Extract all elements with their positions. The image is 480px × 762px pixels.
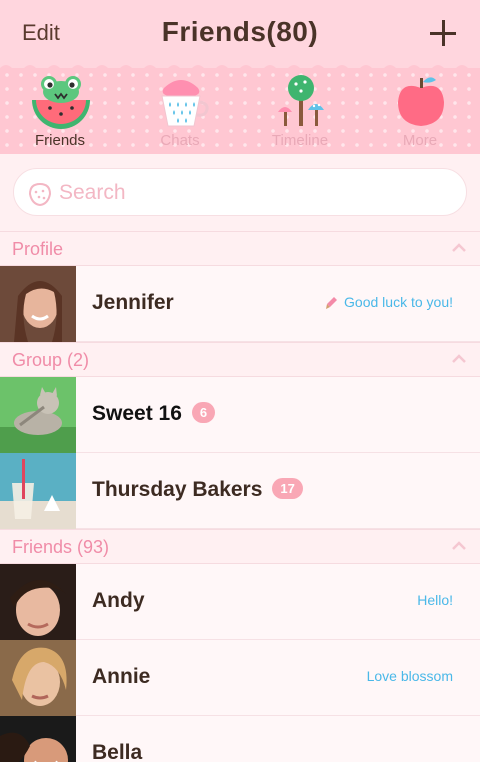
ice-cream-icon xyxy=(326,297,338,309)
frog-watermelon-icon xyxy=(32,76,90,129)
section-header-friends[interactable]: Friends (93) xyxy=(0,529,480,564)
section-label: Profile xyxy=(12,239,64,259)
avatar xyxy=(0,716,76,762)
member-count-badge: 6 xyxy=(191,402,216,423)
avatar xyxy=(0,453,76,529)
avatar xyxy=(0,266,76,342)
tab-friends[interactable]: Friends xyxy=(0,68,120,154)
mushroom-tree-icon xyxy=(278,75,324,126)
avatar xyxy=(0,377,76,453)
friend-name: Annie xyxy=(92,665,151,688)
group-row[interactable]: Sweet 16 6 xyxy=(0,377,480,453)
member-count-badge: 17 xyxy=(272,478,303,499)
app-header: Edit Friends(80) xyxy=(0,0,480,68)
status-message: Hello! xyxy=(417,592,453,608)
group-row[interactable]: Thursday Bakers 17 xyxy=(0,453,480,529)
chevron-up-icon[interactable] xyxy=(452,354,466,364)
friend-row[interactable]: Bella xyxy=(0,716,480,762)
section-header-group[interactable]: Group (2) xyxy=(0,342,480,377)
status-message: Love blossom xyxy=(366,668,453,684)
group-name: Sweet 16 6 xyxy=(92,402,216,426)
chevron-up-icon[interactable] xyxy=(452,243,466,253)
section-label: Group (2) xyxy=(12,350,90,370)
tab-bar: Friends Chats Timeline More xyxy=(0,68,480,154)
friend-name: Bella xyxy=(92,741,143,762)
friend-row[interactable]: Andy Hello! xyxy=(0,564,480,640)
cupcake-cup-icon xyxy=(161,80,209,127)
avatar xyxy=(0,564,76,640)
section-header-profile[interactable]: Profile xyxy=(0,231,480,266)
search-input[interactable]: Search xyxy=(13,168,467,216)
avatar xyxy=(0,640,76,716)
friend-name: Jennifer xyxy=(92,291,174,314)
profile-row[interactable]: Jennifer Good luck to you! xyxy=(0,266,480,342)
tab-timeline-label: Timeline xyxy=(271,132,329,149)
chevron-up-icon[interactable] xyxy=(452,541,466,551)
page-title: Friends(80) xyxy=(161,16,319,47)
group-name: Thursday Bakers 17 xyxy=(92,478,303,502)
tab-more[interactable]: More xyxy=(360,68,480,154)
tab-chats-label: Chats xyxy=(160,132,200,149)
section-label: Friends (93) xyxy=(12,537,110,557)
friend-row[interactable]: Annie Love blossom xyxy=(0,640,480,716)
strawberry-search-icon xyxy=(28,182,52,206)
add-friend-icon[interactable] xyxy=(430,20,456,46)
tab-friends-label: Friends xyxy=(34,132,86,149)
tab-chats[interactable]: Chats xyxy=(120,68,240,154)
tab-more-label: More xyxy=(402,132,438,149)
search-area: Search xyxy=(0,154,480,232)
search-placeholder: Search xyxy=(59,181,126,204)
tab-timeline[interactable]: Timeline xyxy=(240,68,360,154)
apple-icon xyxy=(398,77,444,126)
status-message: Good luck to you! xyxy=(324,294,453,310)
friend-name: Andy xyxy=(92,589,145,612)
